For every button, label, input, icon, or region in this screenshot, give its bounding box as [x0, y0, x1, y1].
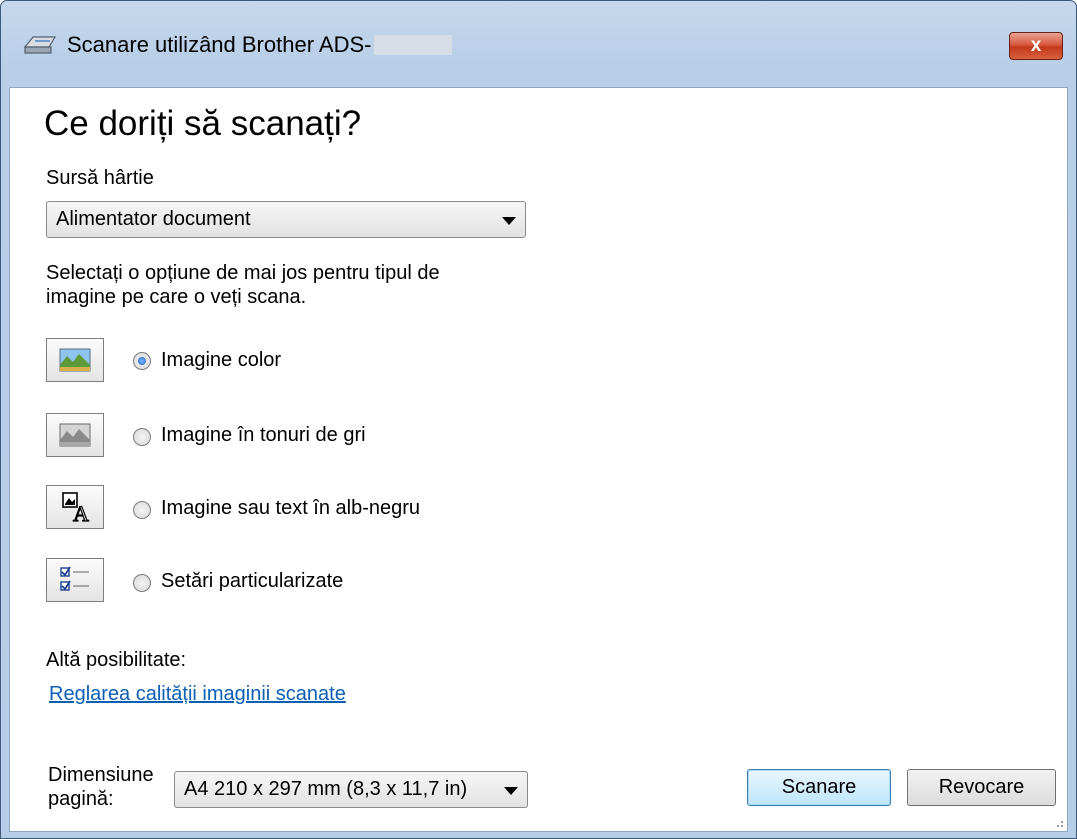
scan-button[interactable]: Scanare — [747, 769, 891, 806]
paper-source-label: Sursă hârtie — [46, 167, 154, 189]
grayscale-picture-icon[interactable] — [46, 413, 104, 457]
instructions-line-2: imagine pe care o veți scana. — [46, 286, 307, 308]
chevron-down-icon — [502, 217, 516, 225]
page-title: Ce doriți să scanați? — [44, 104, 362, 143]
dialog-content: Ce doriți să scanați? Sursă hârtie Alime… — [9, 87, 1068, 832]
instructions-line-1: Selectați o opțiune de mai jos pentru ti… — [46, 262, 440, 284]
black-white-radio[interactable] — [133, 501, 151, 519]
close-icon: x — [1030, 35, 1042, 56]
scan-dialog-window: Scanare utilizând Brother ADS- x Ce dori… — [0, 0, 1077, 839]
cancel-button[interactable]: Revocare — [907, 769, 1056, 806]
resize-grip-icon[interactable] — [1054, 818, 1064, 828]
color-image-label[interactable]: Imagine color — [161, 349, 281, 372]
page-size-label-line-1: Dimensiune — [48, 764, 154, 786]
scanner-icon — [23, 36, 57, 54]
window-title: Scanare utilizând Brother ADS- — [67, 32, 452, 58]
page-size-label-line-2: pagină: — [48, 788, 114, 810]
grayscale-image-label[interactable]: Imagine în tonuri de gri — [161, 424, 366, 447]
custom-settings-radio[interactable] — [133, 574, 151, 592]
page-size-value: A4 210 x 297 mm (8,3 x 11,7 in) — [184, 778, 468, 800]
chevron-down-icon — [504, 787, 518, 795]
title-bar: Scanare utilizând Brother ADS- x — [1, 1, 1076, 87]
paper-source-dropdown[interactable]: Alimentator document — [46, 201, 526, 238]
custom-settings-label[interactable]: Setări particularizate — [161, 570, 343, 593]
black-white-label[interactable]: Imagine sau text în alb-negru — [161, 497, 420, 520]
grayscale-image-radio[interactable] — [133, 428, 151, 446]
svg-text:A: A — [73, 501, 89, 526]
close-button[interactable]: x — [1009, 32, 1063, 60]
custom-settings-icon[interactable] — [46, 558, 104, 602]
other-option-label: Altă posibilitate: — [46, 649, 187, 671]
black-white-text-icon[interactable]: A — [46, 485, 104, 529]
color-image-radio[interactable] — [133, 352, 151, 370]
adjust-quality-link[interactable]: Reglarea calității imaginii scanate — [49, 683, 346, 706]
page-size-dropdown[interactable]: A4 210 x 297 mm (8,3 x 11,7 in) — [174, 771, 528, 808]
redacted-model-number — [373, 35, 452, 55]
color-picture-icon[interactable] — [46, 338, 104, 382]
paper-source-value: Alimentator document — [56, 208, 251, 230]
